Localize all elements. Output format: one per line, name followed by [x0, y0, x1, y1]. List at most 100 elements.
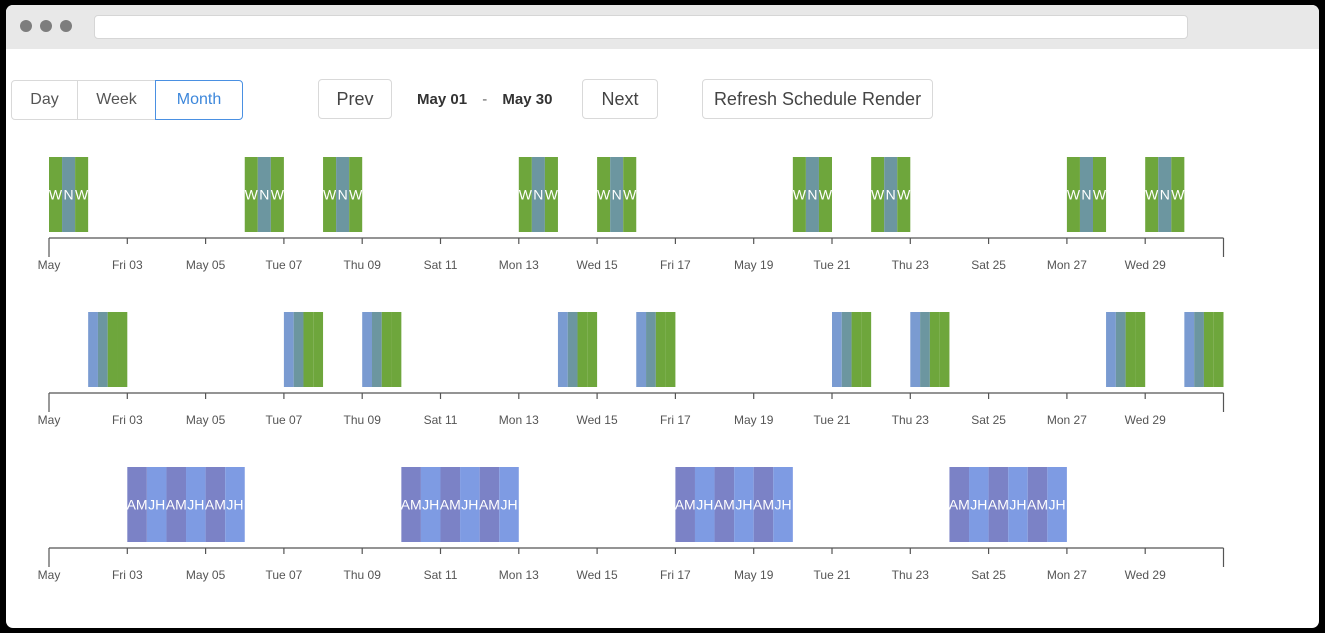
axis-tick-label: Fri 03: [112, 258, 143, 272]
shift-block-label: N: [612, 187, 622, 203]
shift-block[interactable]: [851, 312, 862, 387]
axis-tick-label: Sat 11: [424, 568, 458, 582]
axis-tick-label: Sat 11: [424, 413, 458, 427]
shift-block[interactable]: [107, 312, 118, 387]
axis-tick-label: Fri 17: [660, 258, 691, 272]
shift-block[interactable]: [665, 312, 676, 387]
shift-block[interactable]: [655, 312, 666, 387]
shift-block-label: W: [793, 187, 807, 203]
shift-block-label: W: [75, 187, 89, 203]
shift-block-label: W: [271, 187, 285, 203]
shift-block[interactable]: [313, 312, 324, 387]
shift-block-label: W: [1067, 187, 1081, 203]
axis-tick-label: Sat 25: [971, 413, 1006, 427]
axis-tick-label: Thu 09: [344, 413, 382, 427]
shift-block-label: W: [897, 187, 911, 203]
shift-block[interactable]: [861, 312, 872, 387]
schedule-row-2: May Fri 03 May 05 Tue 07 Thu 09 Sat 11 Mon 13 W…: [38, 312, 1225, 427]
shift-block-label: JH: [148, 497, 165, 513]
shift-block[interactable]: [371, 312, 382, 387]
shift-block[interactable]: [920, 312, 930, 387]
schedule-row-1: W N W W N W W N W W N W W N W W N W W N W W N W W N WMay Fri 03 May …: [38, 157, 1225, 272]
axis-tick-label: May 05: [186, 568, 226, 582]
shift-block-label: W: [597, 187, 611, 203]
shift-block[interactable]: [293, 312, 304, 387]
shift-block-label: AM: [753, 497, 774, 513]
browser-window: Day Week Month Prev May 01 - May 30 Next…: [6, 5, 1319, 628]
shift-block[interactable]: [1194, 312, 1204, 387]
shift-block-label: AM: [401, 497, 422, 513]
shift-block[interactable]: [841, 312, 852, 387]
axis-tick-label: Sat 11: [424, 258, 458, 272]
shift-block[interactable]: [283, 312, 294, 387]
shift-block-label: AM: [127, 497, 148, 513]
axis-tick-label: Fri 17: [660, 413, 691, 427]
shift-block[interactable]: [567, 312, 578, 387]
axis-tick-label: Fri 03: [112, 413, 143, 427]
shift-block-label: AM: [166, 497, 187, 513]
shift-block[interactable]: [1213, 312, 1224, 387]
axis-tick-label: Wed 15: [577, 258, 618, 272]
shift-block[interactable]: [381, 312, 392, 387]
shift-block[interactable]: [303, 312, 314, 387]
shift-block-label: JH: [696, 497, 713, 513]
shift-block[interactable]: [636, 312, 647, 387]
shift-block-label: W: [519, 187, 533, 203]
view-month-button[interactable]: Month: [155, 80, 243, 120]
shift-block[interactable]: [1135, 312, 1146, 387]
axis-tick-label: Mon 27: [1047, 258, 1087, 272]
shift-block[interactable]: [88, 312, 98, 387]
shift-block-label: JH: [774, 497, 791, 513]
shift-block[interactable]: [646, 312, 656, 387]
shift-block-label: W: [1145, 187, 1159, 203]
shift-block-label: AM: [675, 497, 696, 513]
shift-block-label: W: [1171, 187, 1185, 203]
axis-tick-label: Thu 23: [892, 258, 930, 272]
axis-tick-label: Tue 21: [814, 568, 851, 582]
axis-tick-label: May: [38, 568, 61, 582]
shift-block-label: W: [1093, 187, 1107, 203]
axis-tick-label: May 19: [734, 258, 774, 272]
shift-block[interactable]: [391, 312, 402, 387]
axis-tick-label: Thu 09: [344, 568, 382, 582]
axis-tick-label: Tue 21: [814, 413, 851, 427]
shift-block-label: JH: [187, 497, 204, 513]
axis-tick-label: Tue 21: [814, 258, 851, 272]
shift-block-label: N: [259, 187, 269, 203]
shift-block[interactable]: [1203, 312, 1214, 387]
shift-block[interactable]: [577, 312, 588, 387]
shift-block-label: AM: [1027, 497, 1048, 513]
axis-tick-label: Wed 15: [577, 568, 618, 582]
axis-tick-label: Mon 27: [1047, 568, 1087, 582]
shift-block[interactable]: [117, 312, 128, 387]
axis-tick-label: Mon 13: [499, 568, 539, 582]
axis-tick-label: May 19: [734, 413, 774, 427]
axis-tick-label: Thu 23: [892, 413, 930, 427]
shift-block[interactable]: [1125, 312, 1136, 387]
shift-block[interactable]: [362, 312, 372, 387]
shift-block-label: JH: [226, 497, 243, 513]
axis-tick-label: Thu 23: [892, 568, 930, 582]
shift-block-label: JH: [1009, 497, 1026, 513]
shift-block-label: N: [533, 187, 543, 203]
axis-tick-label: Sat 25: [971, 568, 1006, 582]
shift-block[interactable]: [1106, 312, 1116, 387]
shift-block-label: W: [819, 187, 833, 203]
shift-block[interactable]: [97, 312, 108, 387]
shift-block[interactable]: [939, 312, 950, 387]
shift-block-label: W: [545, 187, 559, 203]
shift-block[interactable]: [557, 312, 568, 387]
shift-block-label: W: [623, 187, 637, 203]
axis-tick-label: Mon 27: [1047, 413, 1087, 427]
shift-block[interactable]: [910, 312, 921, 387]
shift-block[interactable]: [1115, 312, 1126, 387]
axis-tick-label: Tue 07: [265, 258, 302, 272]
shift-block-label: N: [886, 187, 896, 203]
shift-block-label: W: [323, 187, 337, 203]
axis-tick-label: May 05: [186, 413, 226, 427]
shift-block[interactable]: [1184, 312, 1195, 387]
shift-block[interactable]: [929, 312, 940, 387]
shift-block[interactable]: [587, 312, 598, 387]
axis-tick-label: Mon 13: [499, 413, 539, 427]
shift-block[interactable]: [832, 312, 842, 387]
